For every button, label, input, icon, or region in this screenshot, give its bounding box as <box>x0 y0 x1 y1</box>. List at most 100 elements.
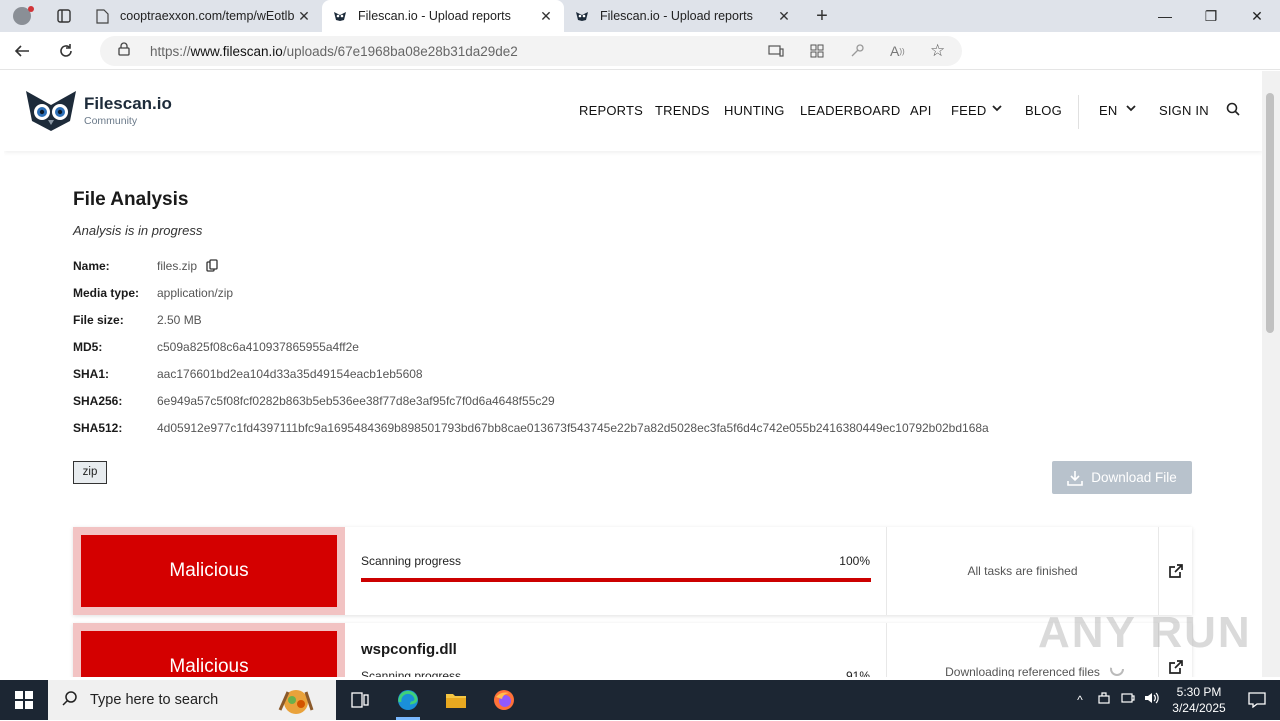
edge-taskbar-icon[interactable] <box>384 680 432 720</box>
minimize-button[interactable]: — <box>1142 0 1188 32</box>
scan-progress: wspconfig.dll Scanning progress 91% <box>345 623 887 677</box>
field-sha256: SHA256: 6e949a57c5f08fcf0282b863b5eb536ee… <box>73 394 555 408</box>
field-value: c509a825f08c6a410937865955a4ff2e <box>157 340 359 354</box>
anyrun-watermark: ANY RUN <box>1038 608 1252 657</box>
search-icon <box>62 690 78 711</box>
scan-card: Malicious Scanning progress 100% All tas… <box>73 527 1192 615</box>
chevron-down-icon <box>991 102 1003 117</box>
restore-button[interactable]: ❐ <box>1188 0 1234 32</box>
key-icon[interactable] <box>850 36 864 66</box>
close-tab-icon[interactable]: ✕ <box>538 8 554 25</box>
brand-name: Filescan.io <box>84 93 172 113</box>
nav-leaderboard[interactable]: LEADERBOARD <box>800 103 900 118</box>
notification-center-icon[interactable] <box>1234 692 1280 708</box>
back-arrow-icon <box>14 44 29 57</box>
start-button[interactable] <box>0 680 48 720</box>
close-tab-icon[interactable]: ✕ <box>296 8 312 25</box>
network-icon[interactable] <box>1092 691 1116 710</box>
file-explorer-icon[interactable] <box>432 680 480 720</box>
firefox-icon[interactable] <box>480 680 528 720</box>
file-type-tag[interactable]: zip <box>73 461 107 484</box>
page-icon <box>94 8 110 24</box>
page-viewport: Filescan.io Community REPORTS TRENDS HUN… <box>4 71 1262 677</box>
close-window-button[interactable]: ✕ <box>1234 0 1280 32</box>
field-media-type: Media type: application/zip <box>73 286 233 300</box>
field-value: 4d05912e977c1fd4397111bfc9a1695484369b89… <box>157 421 989 435</box>
volume-icon[interactable] <box>1140 691 1164 710</box>
field-value: files.zip <box>157 259 198 273</box>
lock-icon <box>118 41 134 61</box>
address-toolbar: https://www.filescan.io/uploads/67e1968b… <box>0 32 1280 92</box>
browser-tab-3[interactable]: Filescan.io - Upload reports ✕ <box>564 0 802 32</box>
field-file-size: File size: 2.50 MB <box>73 313 202 327</box>
field-name: Name: files.zip <box>73 259 218 275</box>
filescan-favicon-icon <box>332 8 348 24</box>
refresh-icon <box>60 43 72 57</box>
profile-button[interactable] <box>0 0 44 32</box>
profile-notification-dot <box>28 6 34 12</box>
verdict-label: Malicious <box>81 631 337 677</box>
new-tab-button[interactable]: + <box>802 5 842 28</box>
verdict-label: Malicious <box>81 535 337 607</box>
windows-taskbar: Type here to search ^ 5:30 PM 3/24/2025 <box>0 680 1280 720</box>
read-aloud-icon[interactable]: A)) <box>890 36 905 66</box>
scrollbar-thumb[interactable] <box>1266 93 1274 333</box>
scan-progress: Scanning progress 100% <box>345 527 887 615</box>
task-view-icon[interactable] <box>336 680 384 720</box>
tray-chevron-icon[interactable]: ^ <box>1068 693 1092 707</box>
site-logo[interactable]: Filescan.io Community <box>24 87 172 133</box>
page-scrollbar[interactable] <box>1262 71 1280 677</box>
field-sha512: SHA512: 4d05912e977c1fd4397111bfc9a169548… <box>73 421 989 435</box>
browser-tab-bar: cooptraexxon.com/temp/wEotlb ✕ Filescan.… <box>0 0 1280 32</box>
sign-in-link[interactable]: SIGN IN <box>1159 103 1209 118</box>
url-bar[interactable]: https://www.filescan.io/uploads/67e1968b… <box>100 36 962 66</box>
progress-label: Scanning progress <box>361 554 462 568</box>
progress-percent: 91% <box>845 669 870 677</box>
search-icon[interactable] <box>1226 102 1240 119</box>
apps-icon[interactable] <box>810 36 824 66</box>
nav-reports[interactable]: REPORTS <box>579 103 643 118</box>
back-button[interactable] <box>0 32 44 70</box>
copy-icon[interactable] <box>206 259 218 275</box>
tab-title: cooptraexxon.com/temp/wEotlb <box>120 9 295 23</box>
search-highlight-icon <box>266 684 326 721</box>
chevron-down-icon <box>1125 102 1137 117</box>
verdict-badge: Malicious <box>73 527 345 615</box>
ethernet-icon[interactable] <box>1116 691 1140 710</box>
nav-feed[interactable]: FEED <box>951 103 986 118</box>
browser-tab-2[interactable]: Filescan.io - Upload reports ✕ <box>322 0 564 32</box>
nav-trends[interactable]: TRENDS <box>655 103 710 118</box>
tab-actions-button[interactable] <box>44 0 84 32</box>
browser-tab-1[interactable]: cooptraexxon.com/temp/wEotlb ✕ <box>84 0 322 32</box>
field-value: aac176601bd2ea104d33a35d49154eacb1eb5608 <box>157 367 423 381</box>
nav-api[interactable]: API <box>910 103 932 118</box>
brand-subtitle: Community <box>84 114 138 127</box>
spinner-icon <box>1109 661 1125 677</box>
tab-title: Filescan.io - Upload reports <box>358 9 511 23</box>
nav-hunting[interactable]: HUNTING <box>724 103 785 118</box>
field-md5: MD5: c509a825f08c6a410937865955a4ff2e <box>73 340 359 354</box>
system-clock[interactable]: 5:30 PM 3/24/2025 <box>1164 684 1234 716</box>
refresh-button[interactable] <box>44 32 88 70</box>
download-file-button[interactable]: Download File <box>1052 461 1192 494</box>
task-status-label: Downloading referenced files <box>945 665 1100 677</box>
page-title: File Analysis <box>73 189 189 210</box>
taskbar-search[interactable]: Type here to search <box>48 680 336 720</box>
tab-actions-icon <box>57 9 71 23</box>
filescan-favicon-icon <box>574 8 590 24</box>
field-value: 6e949a57c5f08fcf0282b863b5eb536ee38f77d8… <box>157 394 555 408</box>
scan-card: Malicious wspconfig.dll Scanning progres… <box>73 623 1192 677</box>
site-header: Filescan.io Community REPORTS TRENDS HUN… <box>4 71 1262 151</box>
nav-blog[interactable]: BLOG <box>1025 103 1062 118</box>
clock-date: 3/24/2025 <box>1172 701 1226 715</box>
device-icon[interactable] <box>768 36 784 66</box>
owl-logo-icon <box>26 91 76 131</box>
language-select[interactable]: EN <box>1099 103 1117 118</box>
close-tab-icon[interactable]: ✕ <box>776 8 792 25</box>
download-label: Download File <box>1091 470 1177 485</box>
windows-logo-icon <box>15 691 33 709</box>
open-report-icon[interactable] <box>1159 527 1192 615</box>
field-label: SHA512: <box>73 421 123 435</box>
field-value: 2.50 MB <box>157 313 202 327</box>
favorite-star-icon[interactable]: ☆ <box>930 36 945 66</box>
